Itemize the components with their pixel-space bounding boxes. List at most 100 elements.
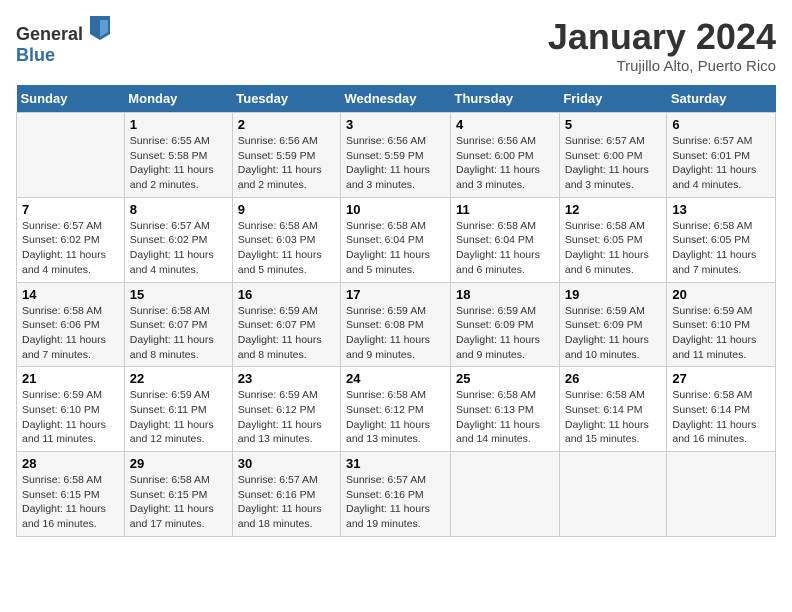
calendar-cell: 17 Sunrise: 6:59 AMSunset: 6:08 PMDayligh… <box>341 282 451 367</box>
calendar-cell: 26Sunrise: 6:58 AMSunset: 6:14 PMDayligh… <box>559 367 667 452</box>
day-number: 1 <box>130 117 227 132</box>
day-number: 2 <box>238 117 335 132</box>
day-detail: Sunrise: 6:59 AMSunset: 6:09 PMDaylight:… <box>565 304 662 363</box>
calendar-cell <box>667 452 776 537</box>
day-detail: Sunrise: 6:58 AMSunset: 6:05 PMDaylight:… <box>672 219 770 278</box>
day-number: 7 <box>22 202 119 217</box>
column-header-sunday: Sunday <box>17 85 125 113</box>
day-detail: Sunrise: 6:58 AMSunset: 6:14 PMDaylight:… <box>565 388 662 447</box>
calendar-cell: 20Sunrise: 6:59 AMSunset: 6:10 PMDayligh… <box>667 282 776 367</box>
calendar-cell <box>451 452 560 537</box>
logo-icon <box>90 16 110 40</box>
day-number: 10 <box>346 202 445 217</box>
day-number: 3 <box>346 117 445 132</box>
day-number: 24 <box>346 371 445 386</box>
calendar-cell: 25 Sunrise: 6:58 AMSunset: 6:13 PMDayligh… <box>451 367 560 452</box>
calendar-subtitle: Trujillo Alto, Puerto Rico <box>548 58 776 75</box>
day-number: 25 <box>456 371 554 386</box>
calendar-cell: 7 Sunrise: 6:57 AMSunset: 6:02 PMDaylight… <box>17 197 125 282</box>
calendar-cell: 3 Sunrise: 6:56 AMSunset: 5:59 PMDaylight… <box>341 113 451 198</box>
logo-text: General Blue <box>16 16 110 66</box>
day-detail: Sunrise: 6:56 AMSunset: 5:59 PMDaylight:… <box>346 134 445 193</box>
calendar-week-row: 21 Sunrise: 6:59 AMSunset: 6:10 PMDayligh… <box>17 367 776 452</box>
day-detail: Sunrise: 6:59 AMSunset: 6:10 PMDaylight:… <box>22 388 119 447</box>
day-detail: Sunrise: 6:59 AMSunset: 6:09 PMDaylight:… <box>456 304 554 363</box>
calendar-cell: 13 Sunrise: 6:58 AMSunset: 6:05 PMDayligh… <box>667 197 776 282</box>
day-detail: Sunrise: 6:57 AMSunset: 6:01 PMDaylight:… <box>672 134 770 193</box>
day-number: 21 <box>22 371 119 386</box>
day-detail: Sunrise: 6:58 AMSunset: 6:07 PMDaylight:… <box>130 304 227 363</box>
calendar-cell: 5 Sunrise: 6:57 AMSunset: 6:00 PMDaylight… <box>559 113 667 198</box>
day-detail: Sunrise: 6:57 AMSunset: 6:02 PMDaylight:… <box>22 219 119 278</box>
calendar-cell <box>559 452 667 537</box>
logo-general: General <box>16 24 83 44</box>
day-number: 23 <box>238 371 335 386</box>
day-number: 6 <box>672 117 770 132</box>
calendar-cell: 1 Sunrise: 6:55 AMSunset: 5:58 PMDaylight… <box>124 113 232 198</box>
day-number: 28 <box>22 456 119 471</box>
day-detail: Sunrise: 6:58 AMSunset: 6:12 PMDaylight:… <box>346 388 445 447</box>
calendar-cell: 27 Sunrise: 6:58 AMSunset: 6:14 PMDayligh… <box>667 367 776 452</box>
day-detail: Sunrise: 6:58 AMSunset: 6:03 PMDaylight:… <box>238 219 335 278</box>
calendar-cell: 18 Sunrise: 6:59 AMSunset: 6:09 PMDayligh… <box>451 282 560 367</box>
day-number: 12 <box>565 202 662 217</box>
day-detail: Sunrise: 6:57 AMSunset: 6:00 PMDaylight:… <box>565 134 662 193</box>
day-number: 13 <box>672 202 770 217</box>
column-header-tuesday: Tuesday <box>232 85 340 113</box>
day-number: 18 <box>456 287 554 302</box>
day-number: 27 <box>672 371 770 386</box>
day-detail: Sunrise: 6:58 AMSunset: 6:13 PMDaylight:… <box>456 388 554 447</box>
calendar-cell <box>17 113 125 198</box>
day-number: 29 <box>130 456 227 471</box>
calendar-cell: 8 Sunrise: 6:57 AMSunset: 6:02 PMDaylight… <box>124 197 232 282</box>
calendar-cell: 30Sunrise: 6:57 AMSunset: 6:16 PMDayligh… <box>232 452 340 537</box>
day-number: 30 <box>238 456 335 471</box>
column-header-thursday: Thursday <box>451 85 560 113</box>
day-detail: Sunrise: 6:58 AMSunset: 6:06 PMDaylight:… <box>22 304 119 363</box>
calendar-cell: 31Sunrise: 6:57 AMSunset: 6:16 PMDayligh… <box>341 452 451 537</box>
calendar-cell: 16Sunrise: 6:59 AMSunset: 6:07 PMDayligh… <box>232 282 340 367</box>
calendar-cell: 4 Sunrise: 6:56 AMSunset: 6:00 PMDaylight… <box>451 113 560 198</box>
calendar-cell: 23 Sunrise: 6:59 AMSunset: 6:12 PMDayligh… <box>232 367 340 452</box>
day-number: 5 <box>565 117 662 132</box>
day-detail: Sunrise: 6:58 AMSunset: 6:15 PMDaylight:… <box>130 473 227 532</box>
column-header-saturday: Saturday <box>667 85 776 113</box>
calendar-cell: 11Sunrise: 6:58 AMSunset: 6:04 PMDayligh… <box>451 197 560 282</box>
day-detail: Sunrise: 6:58 AMSunset: 6:04 PMDaylight:… <box>346 219 445 278</box>
calendar-cell: 21 Sunrise: 6:59 AMSunset: 6:10 PMDayligh… <box>17 367 125 452</box>
calendar-cell: 2 Sunrise: 6:56 AMSunset: 5:59 PMDaylight… <box>232 113 340 198</box>
column-header-wednesday: Wednesday <box>341 85 451 113</box>
calendar-cell: 15 Sunrise: 6:58 AMSunset: 6:07 PMDayligh… <box>124 282 232 367</box>
day-detail: Sunrise: 6:56 AMSunset: 5:59 PMDaylight:… <box>238 134 335 193</box>
calendar-header-row: SundayMondayTuesdayWednesdayThursdayFrid… <box>17 85 776 113</box>
logo: General Blue <box>16 16 110 66</box>
day-detail: Sunrise: 6:57 AMSunset: 6:02 PMDaylight:… <box>130 219 227 278</box>
calendar-cell: 28 Sunrise: 6:58 AMSunset: 6:15 PMDayligh… <box>17 452 125 537</box>
day-detail: Sunrise: 6:58 AMSunset: 6:04 PMDaylight:… <box>456 219 554 278</box>
day-number: 19 <box>565 287 662 302</box>
day-detail: Sunrise: 6:59 AMSunset: 6:08 PMDaylight:… <box>346 304 445 363</box>
calendar-cell: 10 Sunrise: 6:58 AMSunset: 6:04 PMDayligh… <box>341 197 451 282</box>
calendar-week-row: 14 Sunrise: 6:58 AMSunset: 6:06 PMDayligh… <box>17 282 776 367</box>
title-area: January 2024 Trujillo Alto, Puerto Rico <box>548 16 776 75</box>
day-number: 14 <box>22 287 119 302</box>
calendar-week-row: 28 Sunrise: 6:58 AMSunset: 6:15 PMDayligh… <box>17 452 776 537</box>
day-number: 4 <box>456 117 554 132</box>
day-detail: Sunrise: 6:55 AMSunset: 5:58 PMDaylight:… <box>130 134 227 193</box>
day-detail: Sunrise: 6:59 AMSunset: 6:11 PMDaylight:… <box>130 388 227 447</box>
day-number: 31 <box>346 456 445 471</box>
day-detail: Sunrise: 6:58 AMSunset: 6:05 PMDaylight:… <box>565 219 662 278</box>
day-detail: Sunrise: 6:58 AMSunset: 6:15 PMDaylight:… <box>22 473 119 532</box>
calendar-table: SundayMondayTuesdayWednesdayThursdayFrid… <box>16 85 776 537</box>
day-number: 15 <box>130 287 227 302</box>
day-number: 17 <box>346 287 445 302</box>
day-detail: Sunrise: 6:59 AMSunset: 6:12 PMDaylight:… <box>238 388 335 447</box>
column-header-friday: Friday <box>559 85 667 113</box>
calendar-cell: 24 Sunrise: 6:58 AMSunset: 6:12 PMDayligh… <box>341 367 451 452</box>
day-number: 8 <box>130 202 227 217</box>
day-number: 9 <box>238 202 335 217</box>
day-detail: Sunrise: 6:58 AMSunset: 6:14 PMDaylight:… <box>672 388 770 447</box>
calendar-cell: 29 Sunrise: 6:58 AMSunset: 6:15 PMDayligh… <box>124 452 232 537</box>
day-detail: Sunrise: 6:59 AMSunset: 6:07 PMDaylight:… <box>238 304 335 363</box>
day-detail: Sunrise: 6:56 AMSunset: 6:00 PMDaylight:… <box>456 134 554 193</box>
